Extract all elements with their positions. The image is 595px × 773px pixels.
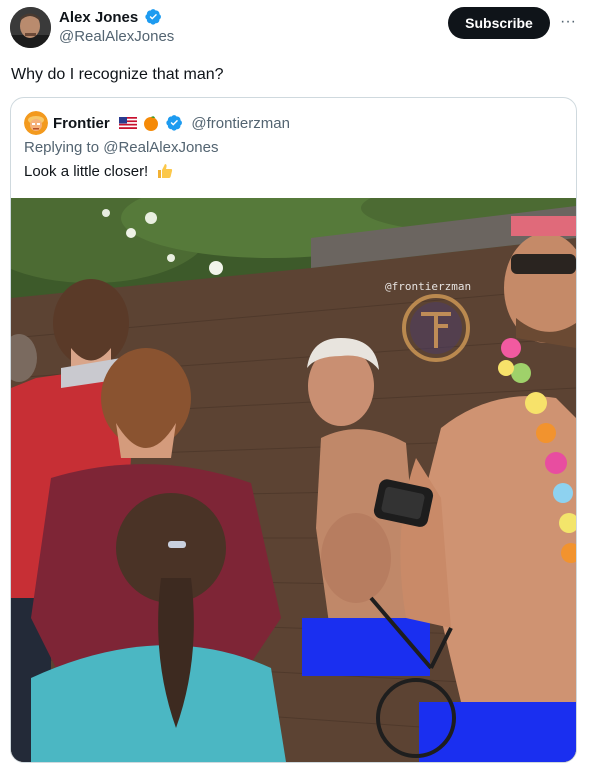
subscribe-button[interactable]: Subscribe [448, 7, 550, 39]
quoted-tweet[interactable]: Frontier @frontierzman Replying to @Real… [10, 97, 577, 763]
quoted-author-name[interactable]: Frontier [53, 115, 110, 132]
author-avatar[interactable] [10, 7, 51, 48]
tweet: Alex Jones @RealAlexJones Subscribe ··· … [0, 0, 595, 773]
author-name[interactable]: Alex Jones [59, 9, 138, 26]
photo-scene [11, 198, 576, 762]
quoted-tweet-text: Look a little closer! [24, 163, 149, 180]
photo-watermark: @frontierzman [385, 280, 472, 293]
quoted-author-avatar[interactable] [24, 111, 48, 135]
orange-icon [144, 116, 159, 131]
quoted-verified-badge-icon [166, 115, 183, 131]
quoted-author-row[interactable]: Frontier @frontierzman [53, 114, 290, 133]
author-name-row[interactable]: Alex Jones [59, 8, 162, 27]
thumbs-up-icon [158, 164, 173, 178]
quoted-tweet-text-row: Look a little closer! [24, 162, 174, 182]
more-options-icon[interactable]: ··· [558, 12, 578, 32]
quoted-author-handle[interactable]: @frontierzman [191, 115, 290, 132]
avatar-image [10, 7, 51, 48]
us-flag-icon [118, 117, 137, 129]
tweet-text: Why do I recognize that man? [11, 66, 224, 83]
verified-badge-icon [145, 9, 162, 25]
quoted-avatar-image [24, 111, 48, 135]
replying-to-text[interactable]: Replying to @RealAlexJones [24, 138, 219, 158]
quoted-tweet-photo[interactable]: @frontierzman [11, 198, 576, 762]
author-handle[interactable]: @RealAlexJones [59, 28, 174, 46]
censor-bar-right [419, 702, 576, 762]
